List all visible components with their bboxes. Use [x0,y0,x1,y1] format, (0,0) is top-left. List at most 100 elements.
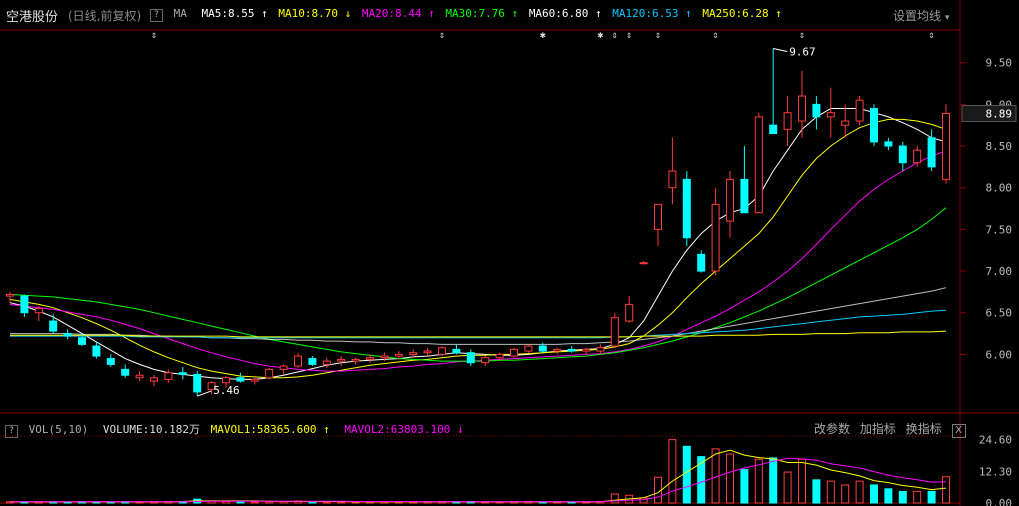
help-icon[interactable]: ? [5,425,18,438]
candle [783,96,792,147]
ma-legend: ? MA MA5:8.55 ↑ MA10:8.70 ↓ MA20:8.44 ↑ … [150,7,786,22]
edit-params-button[interactable]: 改参数 [814,422,850,436]
event-marker-icon[interactable]: ⇕ [713,30,719,41]
candle-body [510,348,518,357]
ma-value: MA5:8.55 [201,7,255,20]
candle-body [279,365,288,370]
candle [20,294,29,317]
add-indicator-button[interactable]: 加指标 [860,422,896,436]
volume-bar [236,501,245,504]
volume-bar [826,480,835,504]
event-marker-icon[interactable]: ⇕ [439,30,445,41]
event-marker-icon[interactable]: ⇕ [151,30,157,41]
event-marker-icon[interactable]: ✱ [597,30,603,41]
ma120-line [10,309,947,339]
volume-bar [870,484,878,504]
event-marker-icon[interactable]: ⇕ [799,30,805,41]
candle-body [337,358,346,362]
candle [337,356,346,367]
volume-bar [639,497,648,504]
volume-bar [337,501,346,504]
volume-bar [265,501,274,504]
candle-body [222,377,230,384]
ma-legend-item: MA5:8.55 ↑ [202,7,275,20]
event-marker-icon[interactable]: ⇕ [612,30,618,41]
close-icon[interactable]: X [951,424,966,438]
candle-body [294,355,302,367]
volume-tick-label: 0.00 [986,497,1013,506]
volume-bar [942,476,950,504]
candle [870,104,878,147]
candle [942,104,950,184]
settings-label: 设置均线 [893,9,942,23]
period-label[interactable]: (日线,前复权) [68,7,141,24]
trend-arrow-icon: ↑ [254,7,275,20]
event-marker-icon[interactable]: ✱ [540,30,546,41]
price-tick-label: 9.50 [986,57,1013,70]
candle-body [927,137,936,168]
help-icon[interactable]: ? [150,9,163,22]
candle-body [322,360,331,365]
ma-value: MA120:6.53 [612,7,679,20]
candle-body [92,345,101,357]
candle-body [178,372,187,375]
candle-body [726,178,734,222]
volume-bar [682,445,691,504]
ma-label: MA [173,7,187,20]
high-price-label: 9.67 [789,46,816,59]
candle [92,341,101,359]
candle [106,354,115,367]
candle [121,364,130,378]
mavol2-arrow: ↓ [457,423,464,436]
candle-body [438,347,446,355]
volume-indicator-label: VOL(5,10) [28,423,89,436]
candle-body [452,348,461,354]
candle-body [524,345,533,352]
ma-value: MA250:6.28 [702,7,769,20]
trend-arrow-icon: ↑ [678,7,699,20]
candle-body [34,308,43,314]
candle-body [826,112,835,118]
candle-body [121,368,130,376]
stock-name[interactable]: 空港股份 [6,6,58,25]
event-marker-icon[interactable]: ⇕ [929,30,935,41]
mavol1-arrow: ↑ [323,423,330,436]
candle [582,347,590,355]
candle [769,48,778,135]
ma5-line [9,108,947,380]
ma-value: MA30:7.76 [445,7,505,20]
high-arrow [773,48,788,53]
event-marker-icon[interactable]: ⇕ [626,30,632,41]
ma10-line [9,118,947,379]
ma-legend-item: MA20:8.44 ↑ [362,7,441,20]
volume-bar [798,458,806,504]
candle-body [754,116,763,214]
candle-body [6,293,14,297]
candle [524,344,533,353]
volume-bar [927,490,936,504]
candle [855,96,864,126]
candle [164,369,173,383]
candle-body [250,378,259,382]
switch-indicator-button[interactable]: 换指标 [906,422,942,436]
current-price-label: 8.89 [986,108,1013,121]
event-marker-icon[interactable]: ⇕ [655,30,661,41]
candle-body [236,377,245,382]
candle-body [682,178,691,239]
candle [740,146,749,214]
ma-settings-button[interactable]: 设置均线 ▾ [893,7,949,24]
candle-body [193,373,202,393]
volume-bar [884,488,893,504]
candle [481,356,490,367]
volume-bar [841,484,850,504]
volume-value: VOLUME:10.182万 [102,423,200,436]
candle [682,171,691,247]
candle-body [164,372,173,380]
candle-body [625,303,634,322]
candle-body [423,350,432,354]
candle-body [855,99,864,122]
candle [625,296,634,323]
chart-header: 空港股份 (日线,前复权) ? MA MA5:8.55 ↑ MA10:8.70 … [0,0,960,30]
volume-tick-label: 12.30 [979,465,1012,478]
candle-body [63,333,72,337]
